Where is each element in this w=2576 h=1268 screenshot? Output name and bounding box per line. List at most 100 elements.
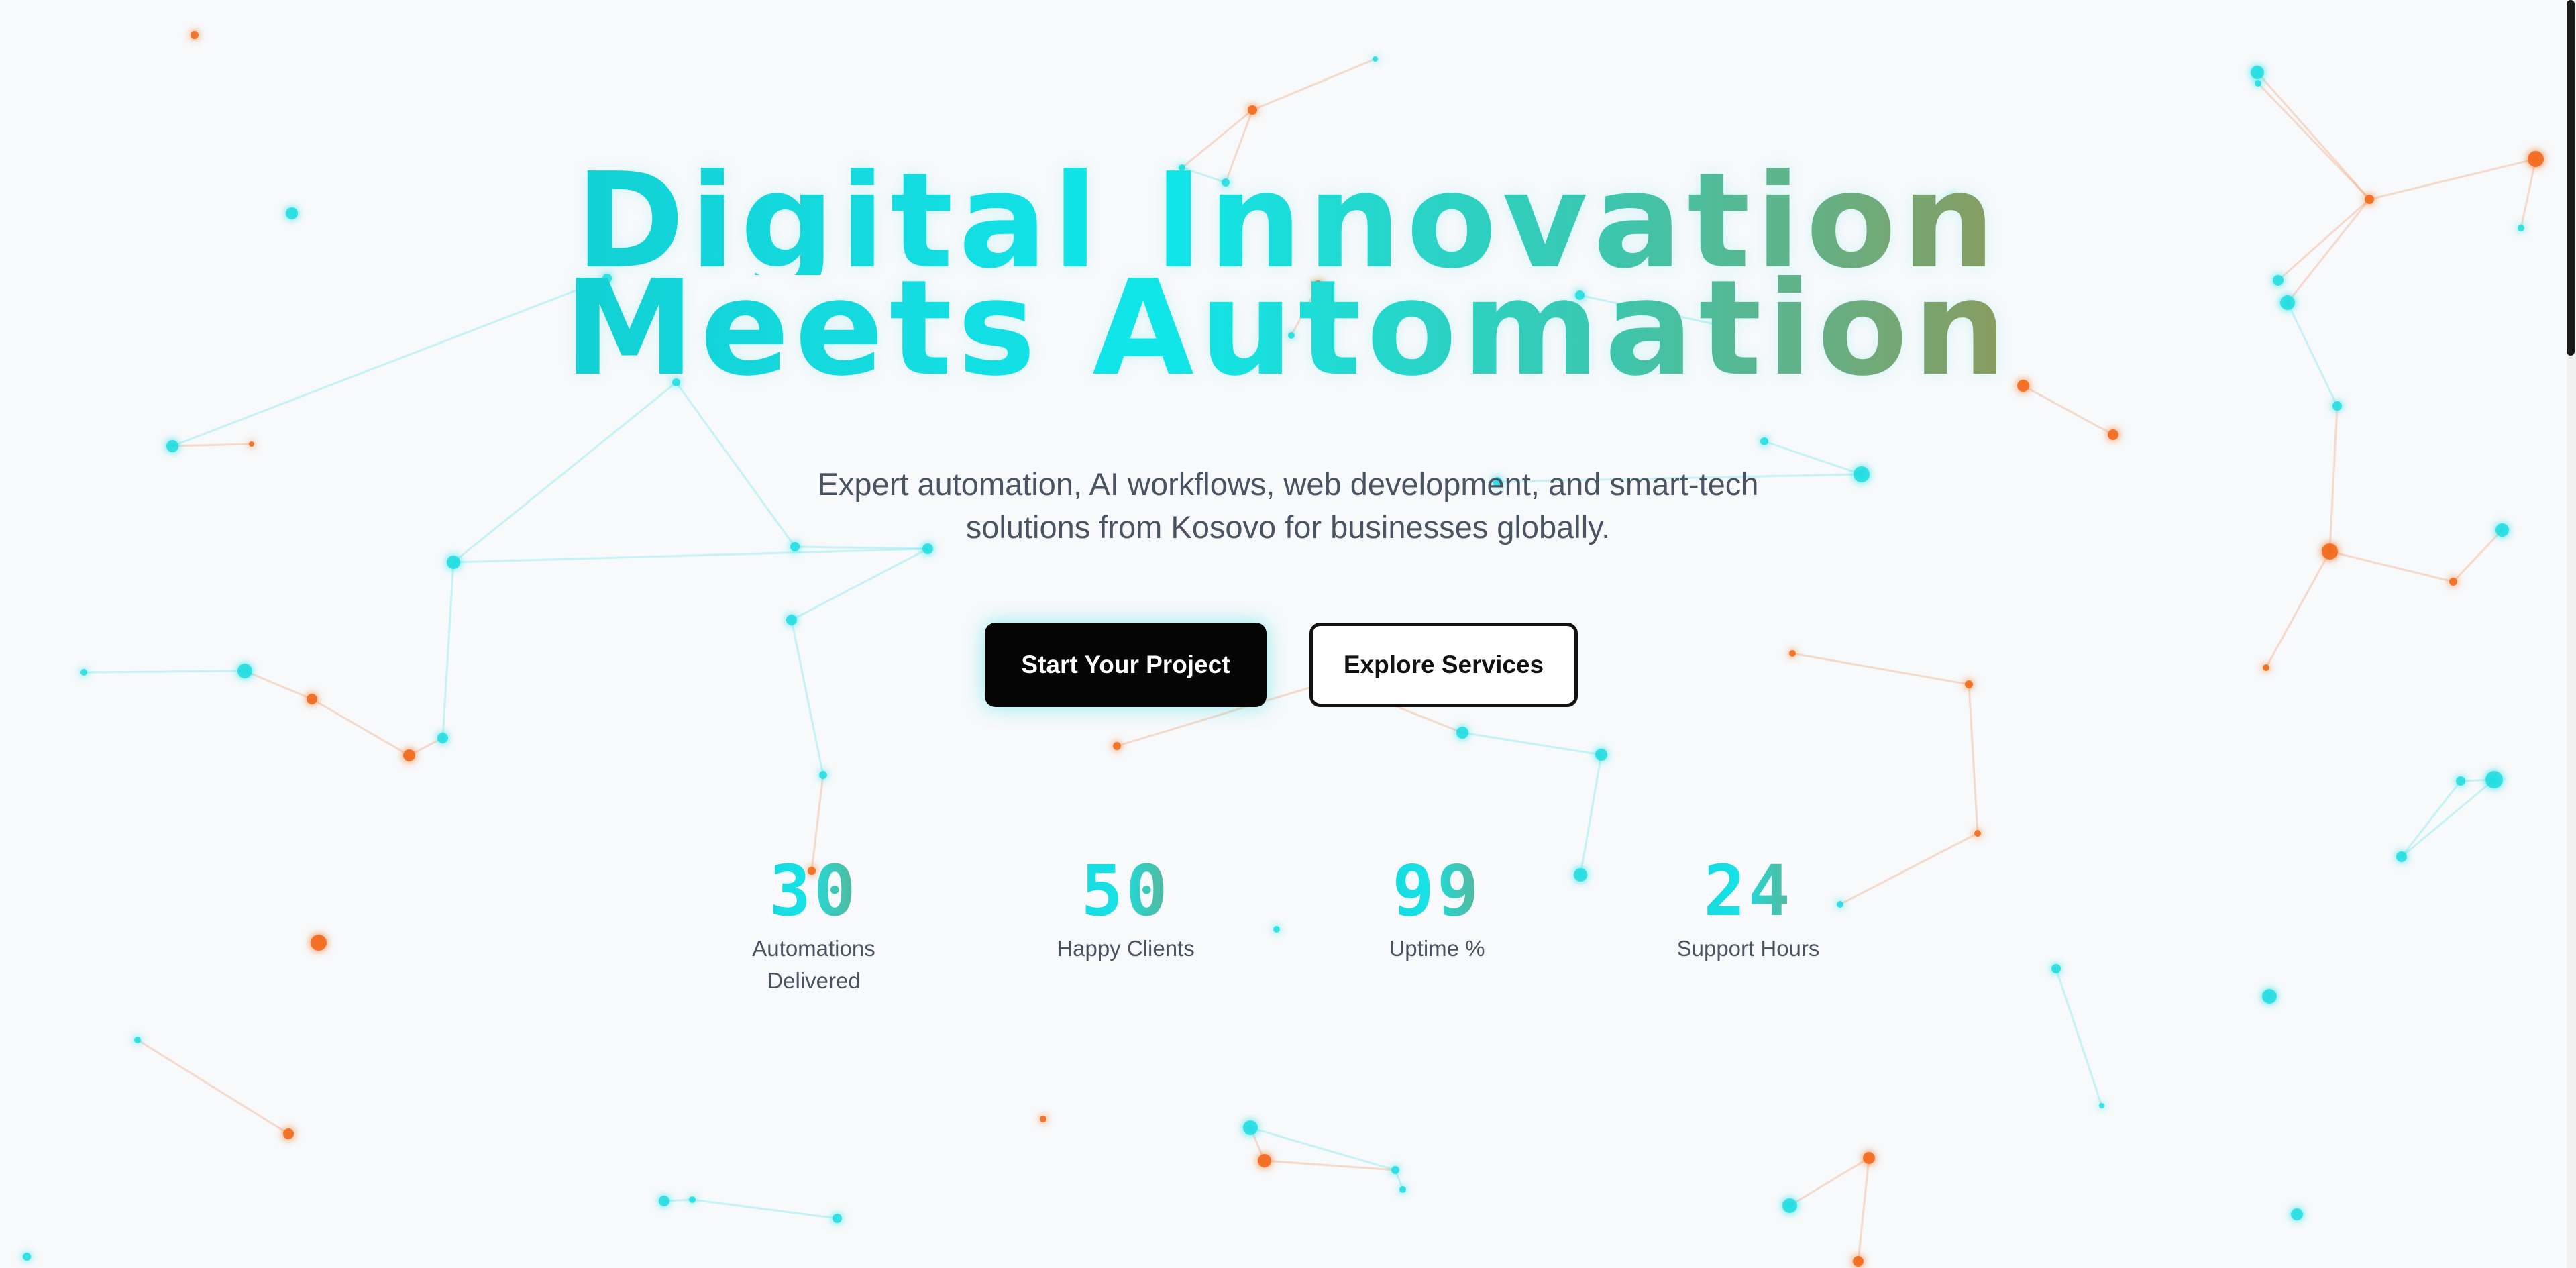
network-link [1839, 832, 1978, 906]
network-link [453, 381, 677, 564]
network-node [1595, 749, 1607, 761]
network-node [833, 1214, 842, 1223]
network-node [307, 694, 317, 704]
hero-title-line2: Meets Automation [0, 263, 2576, 394]
network-node [283, 1128, 294, 1139]
network-link [1792, 652, 1970, 686]
network-node [2449, 578, 2457, 586]
network-link [441, 562, 455, 739]
network-link [83, 670, 246, 674]
stat-value: 30 [713, 852, 914, 930]
network-link [453, 547, 928, 564]
network-node [1853, 1256, 1864, 1267]
network-node [23, 1253, 31, 1261]
network-node [2485, 771, 2503, 788]
network-node [1248, 105, 1257, 115]
stat-clients: 50 Happy Clients [1025, 852, 1226, 965]
network-node [2291, 1208, 2303, 1220]
hero-title: Digital Innovation Meets Automation [0, 156, 2576, 394]
network-link [2023, 384, 2114, 436]
network-node [819, 771, 827, 779]
network-node [191, 31, 199, 39]
stat-value: 24 [1648, 852, 1849, 930]
network-node [437, 733, 448, 743]
explore-services-button[interactable]: Explore Services [1309, 623, 1578, 707]
network-node [2396, 851, 2407, 862]
network-link [790, 619, 824, 776]
network-node [1373, 56, 1378, 62]
network-link [2401, 778, 2495, 858]
network-node [1273, 926, 1280, 933]
page-scrollbar[interactable] [2567, 0, 2576, 1268]
network-link [2055, 968, 2103, 1106]
start-project-button[interactable]: Start Your Project [985, 623, 1267, 707]
network-node [659, 1196, 669, 1206]
network-node [1456, 727, 1468, 739]
network-node [786, 615, 797, 625]
network-node [1040, 1116, 1046, 1122]
network-node [1782, 1198, 1797, 1213]
network-node [403, 749, 415, 761]
network-node [1965, 680, 1973, 688]
network-node [2322, 543, 2338, 560]
network-node [1113, 742, 1121, 750]
network-node [2255, 80, 2261, 87]
network-link [137, 1039, 289, 1135]
network-node [2099, 1103, 2104, 1108]
network-node [1391, 1166, 1399, 1174]
hero-section: Digital Innovation Meets Automation Expe… [0, 0, 2576, 1268]
network-node [1399, 1186, 1406, 1193]
network-node [1258, 1154, 1271, 1167]
network-link [2265, 551, 2331, 668]
stat-uptime: 99 Uptime % [1336, 852, 1538, 965]
stat-value: 99 [1336, 852, 1538, 930]
network-node [80, 669, 87, 676]
network-node [2456, 776, 2465, 786]
stat-label: Support Hours [1676, 936, 1820, 961]
network-node [1863, 1152, 1875, 1164]
network-link [1252, 58, 1376, 111]
network-link [791, 547, 928, 621]
network-link [2400, 780, 2462, 857]
network-node [2332, 401, 2342, 411]
stat-label: Uptime % [1389, 936, 1485, 961]
network-node [447, 556, 460, 569]
network-node [237, 664, 252, 678]
network-link [692, 1198, 838, 1220]
stat-label: Automations Delivered [752, 936, 875, 993]
network-link [1462, 731, 1602, 756]
stat-support: 24 Support Hours [1648, 852, 1849, 965]
network-link [172, 443, 252, 447]
network-link [1789, 1157, 1870, 1207]
scrollbar-thumb[interactable] [2567, 0, 2575, 356]
network-link [311, 698, 410, 757]
network-node [2251, 66, 2264, 79]
network-node [2262, 989, 2277, 1004]
network-node [1760, 437, 1768, 445]
network-link [1250, 1126, 1396, 1171]
network-link [244, 670, 313, 700]
network-node [1243, 1120, 1258, 1135]
network-node [1974, 830, 1981, 837]
network-node [689, 1196, 696, 1203]
network-node [134, 1037, 141, 1043]
hero-subtitle: Expert automation, AI workflows, web dev… [817, 466, 1759, 545]
network-node [2528, 151, 2544, 167]
network-node [2496, 523, 2509, 537]
network-link [2328, 405, 2339, 552]
network-link [2452, 529, 2504, 583]
network-node [311, 935, 327, 951]
stat-label: Happy Clients [1057, 936, 1195, 961]
network-node [1789, 650, 1796, 657]
network-node [1854, 466, 1870, 482]
stat-value: 50 [1025, 852, 1226, 930]
network-node [1574, 868, 1587, 882]
network-node [249, 441, 254, 447]
network-node [2108, 429, 2118, 440]
network-node [166, 440, 178, 452]
stat-automations: 30 Automations Delivered [713, 852, 914, 997]
network-link [1968, 684, 1979, 834]
network-link [1579, 754, 1603, 876]
network-node [2263, 664, 2269, 671]
network-node [2051, 964, 2061, 973]
